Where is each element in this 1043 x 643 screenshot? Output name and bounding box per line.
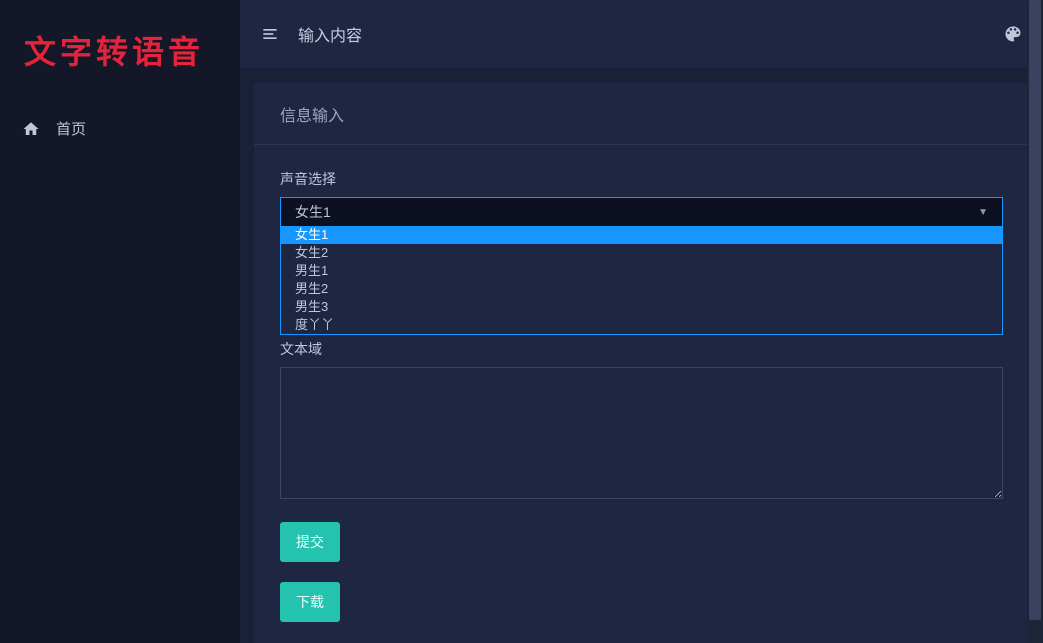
app-viewport: 文字转语音 首页 输入内容 信息输入: [0, 0, 1043, 643]
window-scrollbar-thumb[interactable]: [1029, 0, 1041, 620]
topbar: 输入内容: [240, 0, 1043, 68]
voice-select-value: 女生1: [295, 202, 331, 222]
voice-option[interactable]: 女生1: [281, 226, 1002, 244]
content-area: 信息输入 声音选择 女生1 ▼ 女生1 女生2 男生1 男生2: [240, 68, 1043, 643]
sidebar-item-home[interactable]: 首页: [0, 108, 240, 149]
card-body: 声音选择 女生1 ▼ 女生1 女生2 男生1 男生2 男生3 度丫丫: [254, 145, 1029, 643]
voice-option[interactable]: 男生2: [281, 280, 1002, 298]
voice-select[interactable]: 女生1 ▼: [280, 197, 1003, 227]
card-title: 信息输入: [254, 82, 1029, 145]
voice-label: 声音选择: [280, 169, 1003, 189]
voice-option[interactable]: 女生2: [281, 244, 1002, 262]
submit-button[interactable]: 提交: [280, 522, 340, 562]
voice-option[interactable]: 男生3: [281, 298, 1002, 316]
voice-option[interactable]: 度丫丫: [281, 316, 1002, 334]
form-card: 信息输入 声音选择 女生1 ▼ 女生1 女生2 男生1 男生2: [254, 82, 1029, 643]
voice-dropdown: 女生1 女生2 男生1 男生2 男生3 度丫丫: [280, 226, 1003, 335]
menu-toggle-icon[interactable]: [260, 24, 280, 44]
main-column: 输入内容 信息输入 声音选择 女生1 ▼: [240, 0, 1043, 643]
voice-field: 声音选择 女生1 ▼ 女生1 女生2 男生1 男生2 男生3 度丫丫: [280, 169, 1003, 227]
voice-option[interactable]: 男生1: [281, 262, 1002, 280]
chevron-down-icon: ▼: [978, 207, 988, 218]
home-icon: [22, 120, 40, 138]
page-title: 输入内容: [298, 22, 362, 46]
sidebar: 文字转语音 首页: [0, 0, 240, 643]
sidebar-nav: 首页: [0, 100, 240, 149]
window-scrollbar[interactable]: [1027, 0, 1043, 643]
palette-icon[interactable]: [1003, 24, 1023, 44]
textarea-label: 文本域: [280, 339, 1003, 359]
textarea-field: 文本域: [280, 339, 1003, 502]
download-button[interactable]: 下载: [280, 582, 340, 622]
text-input[interactable]: [280, 367, 1003, 499]
sidebar-item-label: 首页: [56, 118, 86, 139]
logo: 文字转语音: [0, 0, 240, 100]
logo-text: 文字转语音: [24, 27, 204, 73]
